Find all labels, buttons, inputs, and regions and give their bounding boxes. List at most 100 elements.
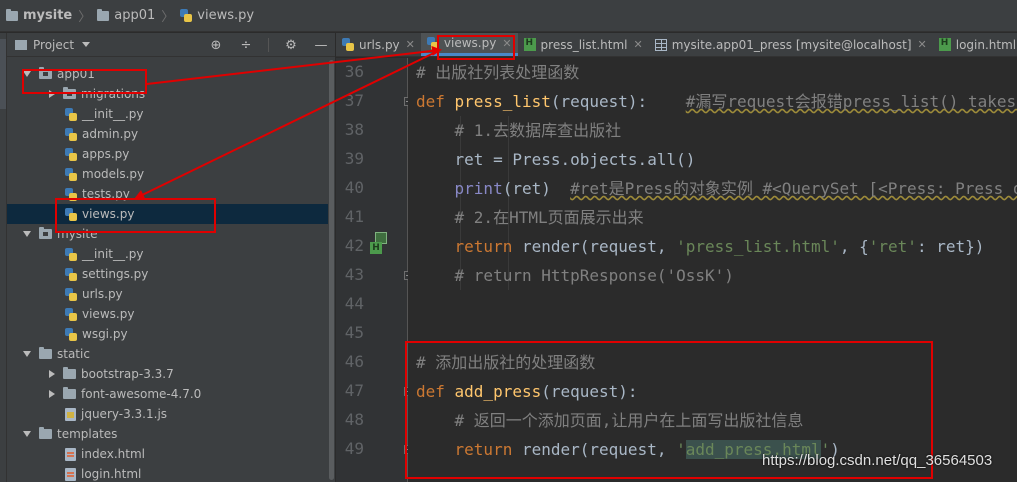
chevron-right-icon[interactable] <box>49 90 55 98</box>
code-token: #漏写request会报错press_list() takes 0 positi… <box>685 92 1017 111</box>
tree-item-label: settings.py <box>82 267 149 281</box>
chevron-down-icon[interactable] <box>23 231 31 237</box>
tree-item[interactable]: apps.py <box>7 144 329 164</box>
tree-item[interactable]: __init__.py <box>7 104 329 124</box>
code-token: ret = Press.objects.all() <box>416 150 696 169</box>
tree-item[interactable]: migrations <box>7 84 329 104</box>
line-number: 48 <box>344 410 364 429</box>
editor-tab[interactable]: views.py ✕ <box>420 33 518 56</box>
python-file-icon <box>180 9 193 22</box>
python-file-icon <box>65 307 77 321</box>
python-file-icon <box>65 167 77 181</box>
editor-tab[interactable]: mysite.app01_press [mysite@localhost] ✕ <box>649 33 933 56</box>
hide-icon[interactable]: — <box>313 37 329 53</box>
python-file-icon <box>65 107 77 121</box>
tree-item[interactable]: login.html <box>7 464 329 482</box>
project-tool-window-button[interactable] <box>0 39 6 109</box>
watermark: https://blog.csdn.net/qq_36564503 <box>762 452 993 469</box>
tree-item[interactable]: settings.py <box>7 264 329 284</box>
code-editor[interactable]: # 出版社列表处理函数 def press_list(request): #漏写r… <box>408 58 1017 482</box>
tree-item-label: templates <box>57 427 118 441</box>
chevron-down-icon[interactable] <box>23 351 31 357</box>
code-token: def <box>416 382 455 401</box>
tree-item-label: models.py <box>82 167 145 181</box>
code-token: def <box>416 92 455 111</box>
scrollbar-thumb[interactable] <box>329 60 334 480</box>
tree-item-label: app01 <box>57 67 95 81</box>
toolbar-divider <box>268 38 269 52</box>
code-line: # 2.在HTML页面展示出来 <box>416 203 644 232</box>
line-number: 40 <box>344 178 364 197</box>
tree-item-label: index.html <box>81 447 145 461</box>
tree-item[interactable]: app01 <box>7 64 329 84</box>
close-icon[interactable]: ✕ <box>633 38 642 51</box>
left-tool-strip <box>0 33 7 482</box>
breadcrumb-file-label: views.py <box>197 8 255 23</box>
tree-item-label: wsgi.py <box>82 327 128 341</box>
tree-item[interactable]: font-awesome-4.7.0 <box>7 384 329 404</box>
tree-item-label: migrations <box>81 87 146 101</box>
project-panel: Project ⊕ ÷ ⚙ — app01 migrations __init__.… <box>7 33 336 482</box>
close-icon[interactable]: ✕ <box>502 37 511 50</box>
html-file-icon <box>65 447 76 461</box>
project-scrollbar[interactable] <box>328 58 335 482</box>
code-line: # 1.去数据库查出版社 <box>416 116 622 145</box>
chevron-right-icon[interactable] <box>49 370 55 378</box>
code-token: 'ret' <box>868 237 917 256</box>
gear-icon[interactable]: ⚙ <box>283 37 299 53</box>
tree-item[interactable]: static <box>7 344 329 364</box>
package-icon <box>39 67 52 79</box>
code-line: return render(request, 'press_list.html'… <box>416 232 985 261</box>
line-number: 36 <box>344 62 364 81</box>
tree-item[interactable]: mysite <box>7 224 329 244</box>
project-panel-title[interactable]: Project <box>33 38 74 52</box>
tree-item[interactable]: models.py <box>7 164 329 184</box>
tree-item[interactable]: templates <box>7 424 329 444</box>
locate-icon[interactable]: ⊕ <box>208 37 224 53</box>
tree-item[interactable]: wsgi.py <box>7 324 329 344</box>
python-file-icon <box>342 38 354 51</box>
close-icon[interactable]: ✕ <box>406 38 415 51</box>
code-line: def press_list(request): #漏写request会报错pr… <box>416 87 1017 116</box>
project-icon <box>15 39 27 50</box>
html-file-icon: H <box>370 242 382 254</box>
code-token: # 添加出版社的处理函数 <box>416 353 596 372</box>
python-file-icon <box>65 287 77 301</box>
run-gutter-icon[interactable]: H <box>369 232 389 254</box>
breadcrumb-file[interactable]: views.py <box>180 0 254 32</box>
editor-tab[interactable]: urls.py ✕ <box>336 33 421 56</box>
tree-item-label: tests.py <box>82 187 130 201</box>
tree-item[interactable]: jquery-3.3.1.js <box>7 404 329 424</box>
tree-item[interactable]: views.py <box>7 204 329 224</box>
tree-item-label: views.py <box>82 307 135 321</box>
tree-item[interactable]: __init__.py <box>7 244 329 264</box>
code-line: # return HttpResponse('OssK') <box>416 261 734 290</box>
tree-item[interactable]: bootstrap-3.3.7 <box>7 364 329 384</box>
code-line: # 返回一个添加页面,让用户在上面写出版社信息 <box>416 406 804 435</box>
chevron-right-icon[interactable] <box>49 390 55 398</box>
code-token: press_list <box>454 92 551 111</box>
breadcrumb-folder[interactable]: app01 <box>97 0 155 32</box>
tree-item[interactable]: tests.py <box>7 184 329 204</box>
breadcrumb-project[interactable]: mysite <box>6 0 72 32</box>
chevron-down-icon[interactable] <box>23 71 31 77</box>
chevron-down-icon[interactable] <box>82 42 91 47</box>
tree-item-label: login.html <box>81 467 142 481</box>
editor-tab[interactable]: login.html <box>933 33 1017 56</box>
code-token: : ret}) <box>916 237 985 256</box>
close-icon[interactable]: ✕ <box>918 38 927 51</box>
tree-item-label: apps.py <box>82 147 130 161</box>
tree-item[interactable]: urls.py <box>7 284 329 304</box>
tree-item[interactable]: views.py <box>7 304 329 324</box>
code-token: (ret) <box>502 179 571 198</box>
chevron-down-icon[interactable] <box>23 431 31 437</box>
tree-item[interactable]: admin.py <box>7 124 329 144</box>
collapse-all-icon[interactable]: ÷ <box>238 37 254 53</box>
code-token: # 返回一个添加页面,让用户在上面写出版社信息 <box>416 411 804 430</box>
tree-item[interactable]: index.html <box>7 444 329 464</box>
editor-tab[interactable]: press_list.html ✕ <box>518 33 649 56</box>
breadcrumb: mysite 〉 app01 〉 views.py <box>0 0 1017 32</box>
tree-item-label: urls.py <box>82 287 123 301</box>
